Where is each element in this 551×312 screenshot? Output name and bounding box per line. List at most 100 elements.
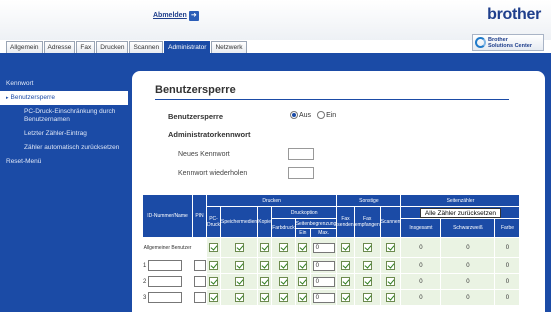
counter-total: 0 <box>400 257 442 274</box>
checkbox-fax-send[interactable] <box>341 243 350 252</box>
checkbox-fax-receive[interactable] <box>362 277 372 286</box>
checkbox-storage[interactable] <box>234 293 244 302</box>
sidebar-item-letzter-zaehler[interactable]: Letzter Zähler-Eintrag <box>0 127 128 141</box>
col-header-pc-print: PC-Druck <box>205 206 222 238</box>
checkbox-fax-send[interactable] <box>341 277 350 286</box>
counter-total: 0 <box>400 273 442 290</box>
col-header-id: ID-Nummer/Name <box>142 194 193 238</box>
table-row-general: Allgemeiner Benutzer 0 0 0 0 <box>142 237 521 258</box>
checkbox-storage[interactable] <box>234 243 244 252</box>
col-header-fax-receive: Fax empfangen <box>353 206 381 238</box>
checkbox-copy[interactable] <box>260 261 270 270</box>
checkbox-page-limit[interactable] <box>298 277 308 286</box>
brother-logo: brother <box>487 6 541 23</box>
counter-color: 0 <box>494 257 521 274</box>
checkbox-fax-receive[interactable] <box>362 293 372 302</box>
checkbox-color-print[interactable] <box>278 261 288 270</box>
new-password-field[interactable] <box>288 148 314 160</box>
sidebar-item-pc-druck[interactable]: PC-Druck-Einschränkung durch Benutzernam… <box>0 105 128 127</box>
row-number: 2 <box>143 278 147 285</box>
tab-drucken[interactable]: Drucken <box>96 41 129 53</box>
sidebar-item-benutzersperre[interactable]: ▸ Benutzersperre <box>0 91 128 105</box>
logout-link[interactable]: Abmelden ➜ <box>153 10 199 21</box>
counter-color: 0 <box>494 237 521 258</box>
col-header-fax-send: Fax senden <box>336 206 355 238</box>
main-area: Benutzersperre Benutzersperre Aus Ein Ad… <box>128 57 551 312</box>
radio-option-off[interactable]: Aus <box>290 111 311 119</box>
checkbox-copy[interactable] <box>260 293 270 302</box>
checkbox-storage[interactable] <box>234 277 244 286</box>
checkbox-pc-print[interactable] <box>209 261 219 270</box>
general-user-label: Allgemeiner Benutzer <box>142 237 193 258</box>
admin-pw-heading: Administratorkennwort <box>168 130 251 139</box>
tab-scannen[interactable]: Scannen <box>129 41 164 53</box>
max-pages-input[interactable]: 0 <box>312 260 335 271</box>
tab-adresse[interactable]: Adresse <box>43 41 76 53</box>
checkbox-fax-receive[interactable] <box>362 261 372 270</box>
counter-total: 0 <box>400 289 442 306</box>
radio-off[interactable] <box>290 111 298 119</box>
row-number: 3 <box>143 294 147 301</box>
sidebar-item-kennwort[interactable]: Kennwort <box>0 77 128 91</box>
id-name-input[interactable] <box>147 276 182 287</box>
checkbox-copy[interactable] <box>260 277 270 286</box>
solutions-center-button[interactable]: Brother Solutions Center <box>472 34 544 51</box>
col-header-storage: Speichermedien <box>220 206 259 238</box>
tab-fax[interactable]: Fax <box>76 41 96 53</box>
id-name-input[interactable] <box>147 292 182 303</box>
checkbox-pc-print[interactable] <box>209 293 219 302</box>
table-row: 3 0 0 0 0 <box>142 289 521 306</box>
repeat-password-field[interactable] <box>288 167 314 179</box>
checkbox-pc-print[interactable] <box>209 243 219 252</box>
checkbox-page-limit[interactable] <box>298 293 308 302</box>
checkbox-fax-receive[interactable] <box>362 243 372 252</box>
checkbox-color-print[interactable] <box>278 293 288 302</box>
id-name-input[interactable] <box>147 260 182 271</box>
col-group-print-option: Druckoption <box>271 206 338 219</box>
radio-on[interactable] <box>317 111 326 119</box>
solutions-line2: Solutions Center <box>488 42 533 49</box>
main-tabs: Allgemein Adresse Fax Drucken Scannen Ad… <box>6 41 248 53</box>
sidebar-item-zaehler-reset[interactable]: Zähler automatisch zurücksetzen <box>0 141 128 155</box>
checkbox-pc-print[interactable] <box>209 277 219 286</box>
checkbox-scan[interactable] <box>386 243 396 252</box>
col-header-color-print: Farbdruck <box>271 218 296 238</box>
max-pages-input[interactable]: 0 <box>312 242 335 253</box>
checkbox-page-limit[interactable] <box>298 261 308 270</box>
checkbox-fax-send[interactable] <box>341 261 350 270</box>
table-row: 1 0 0 0 0 <box>142 257 521 274</box>
checkbox-page-limit[interactable] <box>298 243 308 252</box>
col-group-counter: Seitenzähler <box>400 194 521 207</box>
checkbox-scan[interactable] <box>386 277 396 286</box>
max-pages-input[interactable]: 0 <box>312 276 335 287</box>
checkbox-storage[interactable] <box>234 261 244 270</box>
col-group-print: Drucken <box>205 194 338 207</box>
counter-color: 0 <box>494 273 521 290</box>
pin-input[interactable] <box>193 292 206 303</box>
reset-all-counters-button[interactable]: Alle Zähler zurücksetzen <box>419 207 502 218</box>
new-pw-label: Neues Kennwort <box>178 151 230 158</box>
checkbox-color-print[interactable] <box>278 243 288 252</box>
radio-on-label: Ein <box>326 111 337 119</box>
col-group-page-limit: Seitenbegrenzung <box>294 218 338 229</box>
title-divider <box>155 99 509 100</box>
checkbox-color-print[interactable] <box>278 277 288 286</box>
pin-input[interactable] <box>193 260 206 271</box>
max-pages-input[interactable]: 0 <box>312 292 335 303</box>
checkbox-scan[interactable] <box>386 261 396 270</box>
sidebar-item-reset-menu[interactable]: Reset-Menü <box>0 155 128 169</box>
checkbox-scan[interactable] <box>386 293 396 302</box>
sidebar-item-label: Benutzersperre <box>10 94 55 101</box>
sidebar: Kennwort ▸ Benutzersperre PC-Druck-Einsch… <box>0 57 128 312</box>
arrow-right-icon[interactable]: ➜ <box>188 10 199 21</box>
pin-input[interactable] <box>193 276 206 287</box>
tab-netzwerk[interactable]: Netzwerk <box>211 41 247 53</box>
row-number: 1 <box>143 262 147 269</box>
tab-administrator[interactable]: Administrator <box>164 41 211 53</box>
checkbox-fax-send[interactable] <box>341 293 350 302</box>
logout-label[interactable]: Abmelden <box>153 12 187 19</box>
tab-allgemein[interactable]: Allgemein <box>6 41 43 53</box>
checkbox-copy[interactable] <box>260 243 270 252</box>
radio-option-on[interactable]: Ein <box>317 111 336 119</box>
col-header-total: Insgesamt <box>400 218 442 238</box>
